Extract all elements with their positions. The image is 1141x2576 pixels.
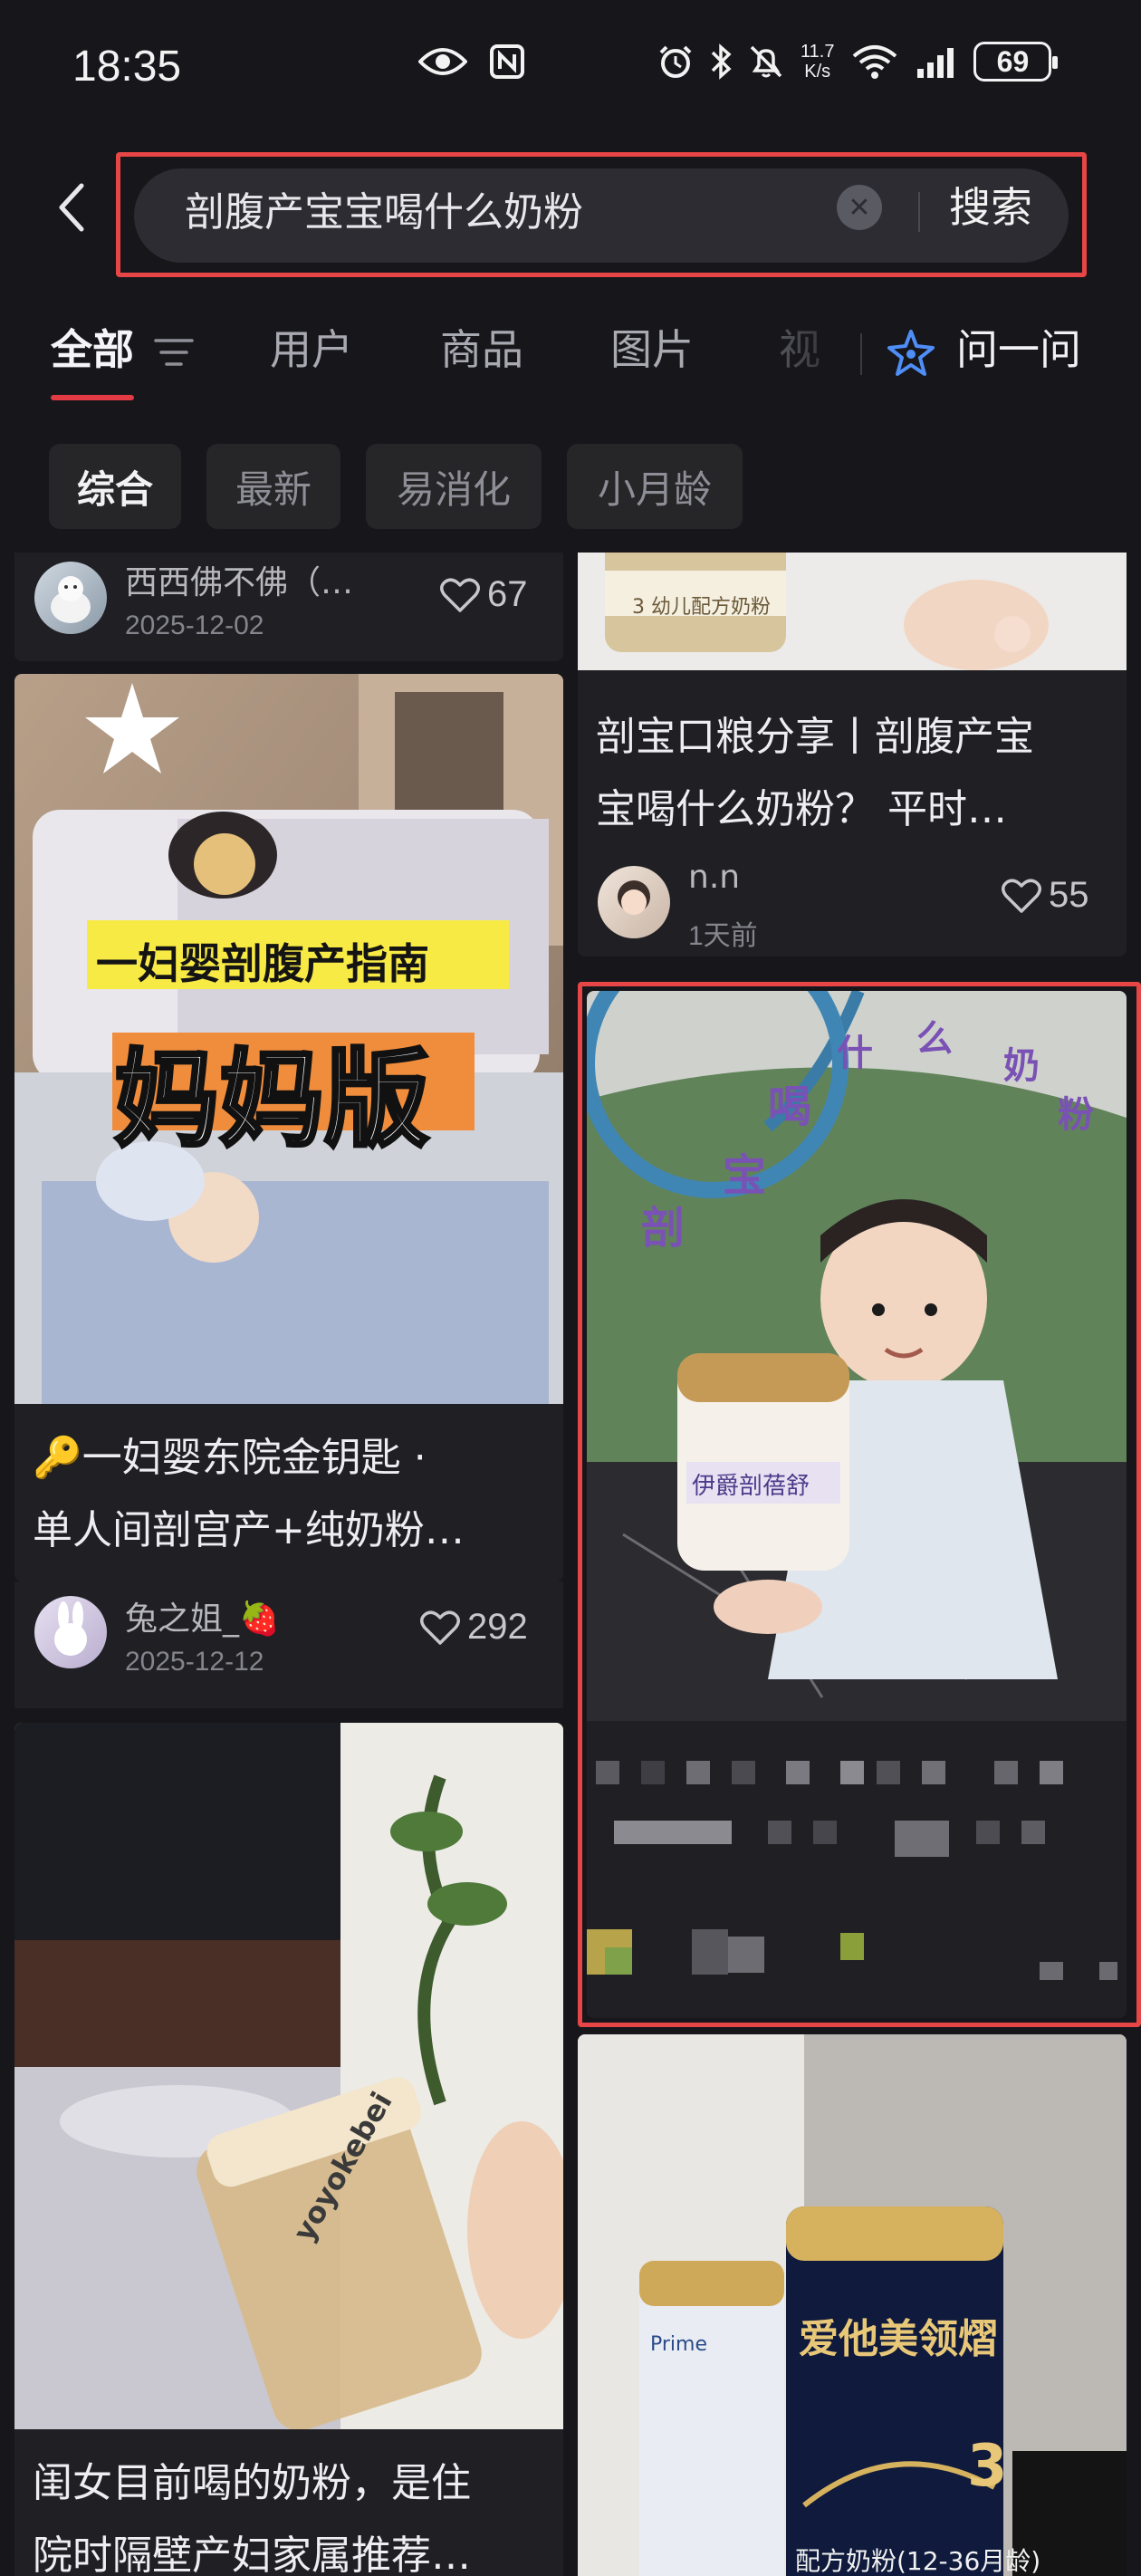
battery-icon: 69 [973,42,1059,82]
tab-images[interactable]: 图片 [610,315,694,384]
status-time: 18:35 [72,43,182,91]
can-secondary-text: Prime [650,2333,708,2356]
nfc-icon [489,43,525,80]
author-name[interactable]: n.n [688,859,740,896]
like-button[interactable]: 55 [1002,875,1089,916]
chip-comprehensive[interactable]: 综合 [49,444,181,529]
like-count: 292 [467,1607,528,1647]
ask-button[interactable]: 问一问 [956,315,1081,384]
post-image-formula-cans [578,2034,1127,2576]
status-right-icons: 11.7 K/s 69 [657,42,1059,82]
filter-icon[interactable] [154,337,194,368]
post-title-line1: 🔑一妇婴东院金钥匙 · [33,1435,427,1481]
post-title-line2: 院时隔壁产妇家属推荐… [33,2533,471,2576]
category-tabs: 全部 用户 商品 图片 视 问一问 [0,315,1141,406]
net-speed-value: 11.7 [801,42,835,62]
left-card-2[interactable]: yoyokebei 闺女目前喝的奶粉，是住 院时隔壁产妇家属推荐… [14,1723,563,2576]
like-count: 55 [1049,875,1089,915]
active-tab-indicator [51,395,134,400]
left-card-1[interactable]: 一妇婴剖腹产指南 妈妈版 🔑一妇婴东院金钥匙 · 单人间剖宫产+纯奶粉… [14,674,563,1581]
results-feed: 西西佛不佛（… 2025-12-02 67 一妇婴剖腹产指南 妈妈版 🔑一妇婴东… [0,553,1141,2576]
status-center-icons [418,43,525,80]
eye-icon [418,45,467,78]
search-highlight-frame [116,152,1087,277]
avatar-photo-icon [618,880,650,915]
post-title-line1: 剖宝口粮分享丨剖腹产宝 [596,714,1034,760]
net-speed: 11.7 K/s [801,42,834,82]
like-button[interactable]: 292 [420,1607,528,1648]
tabs-divider [860,333,862,375]
wifi-icon [850,43,899,80]
chevron-left-icon [59,183,84,232]
mute-icon [748,43,784,80]
like-button[interactable]: 67 [440,574,528,615]
status-bar: 18:35 11.7 K/s 69 [0,0,1141,136]
avatar-bunny-icon [54,1601,87,1656]
heart-icon [440,577,480,612]
can-stage-text: 3 [967,2433,1008,2500]
chip-easy-digest[interactable]: 易消化 [366,444,542,529]
avatar[interactable] [34,1596,107,1668]
right-card-0[interactable]: 3 幼儿配方奶粉 剖宝口粮分享丨剖腹产宝 宝喝什么奶粉？ 平时… n.n 1天前… [578,553,1127,956]
chip-latest[interactable]: 最新 [206,444,340,529]
net-speed-unit: K/s [804,62,831,82]
right-card-2[interactable]: Prime 爱他美领熠 3 配方奶粉(12-36月龄) [578,2034,1127,2576]
tab-users[interactable]: 用户 [270,315,353,384]
post-title-line2: 单人间剖宫产+纯奶粉… [33,1507,465,1553]
left-card-0[interactable]: 西西佛不佛（… 2025-12-02 67 [14,553,563,661]
post-image-bottle [14,1723,563,2429]
left-card-1-meta: 兔之姐_🍓 2025-12-12 292 [14,1581,563,1708]
can-description-text: 配方奶粉(12-36月龄) [795,2546,1041,2576]
image-subtitle-text: 妈妈版 [112,1037,431,1163]
post-date: 2025-12-02 [125,610,264,640]
can-brand-text: 爱他美领熠 [799,2316,998,2362]
alarm-icon [657,43,694,80]
signal-icon [916,45,957,78]
highlight-frame [578,982,1141,2027]
formula-can-text: 3 幼儿配方奶粉 [632,596,771,619]
back-button[interactable] [49,176,94,239]
post-title-line2: 宝喝什么奶粉？ 平时… [596,786,1007,832]
heart-icon [420,1610,460,1645]
avatar[interactable] [598,866,670,938]
avatar-goat-icon [51,576,91,623]
chip-small-month-age[interactable]: 小月龄 [567,444,743,529]
tab-all[interactable]: 全部 [51,315,134,384]
bluetooth-icon [710,43,732,80]
post-title-line1: 闺女目前喝的奶粉，是住 [33,2460,471,2506]
post-date: 2025-12-12 [125,1647,264,1677]
author-name[interactable]: 兔之姐_🍓 [125,1592,280,1639]
sparkle-ask-icon[interactable] [886,328,936,379]
author-name[interactable]: 西西佛不佛（… [125,556,353,603]
avatar[interactable] [34,562,107,634]
post-date: 1天前 [688,921,758,951]
heart-icon [1002,878,1041,913]
tab-products[interactable]: 商品 [440,315,523,384]
image-title-text: 一妇婴剖腹产指南 [96,939,429,988]
like-count: 67 [487,574,528,614]
